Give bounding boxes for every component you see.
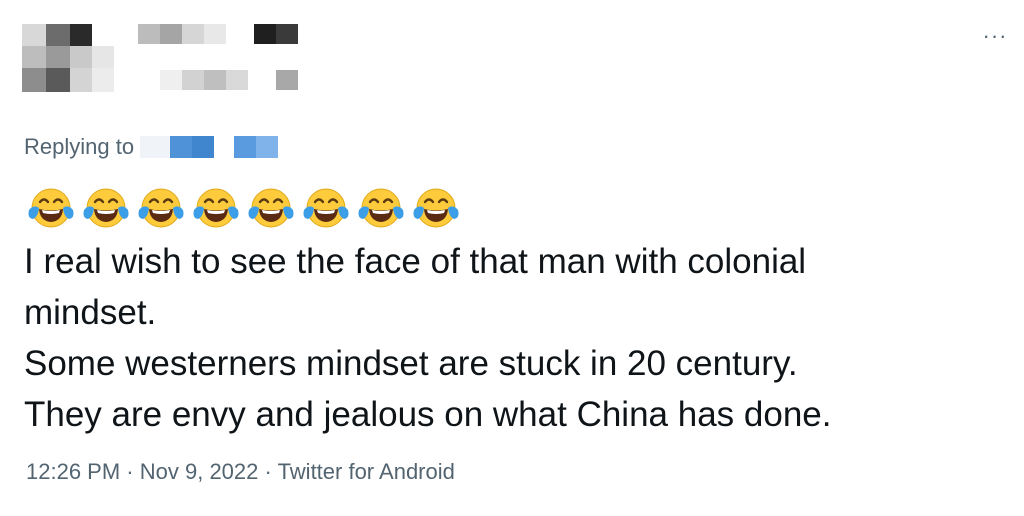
handle-pixel	[160, 70, 182, 90]
avatar-pixel	[70, 46, 92, 68]
name-pixel	[276, 24, 298, 44]
more-options-button[interactable]: ···	[980, 23, 1010, 48]
avatar-pixel	[46, 46, 70, 68]
face-with-tears-of-joy-icon	[413, 188, 459, 228]
name-pixel	[138, 24, 160, 44]
tweet-meta: 12:26 PM · Nov 9, 2022 · Twitter for And…	[26, 459, 455, 485]
face-with-tears-of-joy-icon	[358, 188, 404, 228]
tweet-source: Twitter for Android	[277, 459, 455, 484]
avatar-pixel	[22, 68, 46, 92]
replying-to-label: Replying to	[24, 134, 135, 159]
face-with-tears-of-joy-icon	[138, 188, 184, 228]
face-with-tears-of-joy-icon	[83, 188, 129, 228]
reply-handle-redacted[interactable]	[140, 136, 286, 158]
face-with-tears-of-joy-icon	[28, 188, 74, 228]
avatar-pixel	[46, 24, 70, 46]
meta-separator: ·	[264, 459, 272, 484]
tweet-text: I real wish to see the face of that man …	[24, 236, 984, 440]
display-name-redacted[interactable]	[138, 24, 300, 46]
tweet-date-link[interactable]: Nov 9, 2022	[140, 459, 259, 484]
avatar-pixel	[70, 68, 92, 92]
face-with-tears-of-joy-icon	[303, 188, 349, 228]
name-pixel	[254, 24, 276, 44]
avatar-pixel	[92, 68, 114, 92]
avatar-pixel	[22, 24, 46, 46]
tweet-line: mindset.	[24, 293, 157, 332]
meta-separator: ·	[126, 459, 134, 484]
avatar-pixel	[70, 24, 92, 46]
more-icon: ···	[982, 23, 1008, 48]
replying-to: Replying to	[24, 134, 286, 160]
name-pixel	[182, 24, 204, 44]
tweet-line: I real wish to see the face of that man …	[24, 242, 807, 281]
name-pixel	[204, 24, 226, 44]
avatar-pixel	[22, 46, 46, 68]
avatar-pixel	[92, 46, 114, 68]
face-with-tears-of-joy-icon	[248, 188, 294, 228]
handle-pixel	[204, 70, 226, 90]
handle-pixel	[182, 70, 204, 90]
tweet-line: They are envy and jealous on what China …	[24, 395, 832, 434]
username-redacted[interactable]	[160, 70, 300, 90]
avatar-pixel	[46, 68, 70, 92]
emoji-row	[26, 186, 461, 230]
tweet-line: Some westerners mindset are stuck in 20 …	[24, 344, 798, 383]
avatar[interactable]	[22, 24, 116, 92]
handle-pixel	[226, 70, 248, 90]
handle-pixel	[276, 70, 298, 90]
tweet-time-link[interactable]: 12:26 PM	[26, 459, 120, 484]
name-pixel	[160, 24, 182, 44]
face-with-tears-of-joy-icon	[193, 188, 239, 228]
